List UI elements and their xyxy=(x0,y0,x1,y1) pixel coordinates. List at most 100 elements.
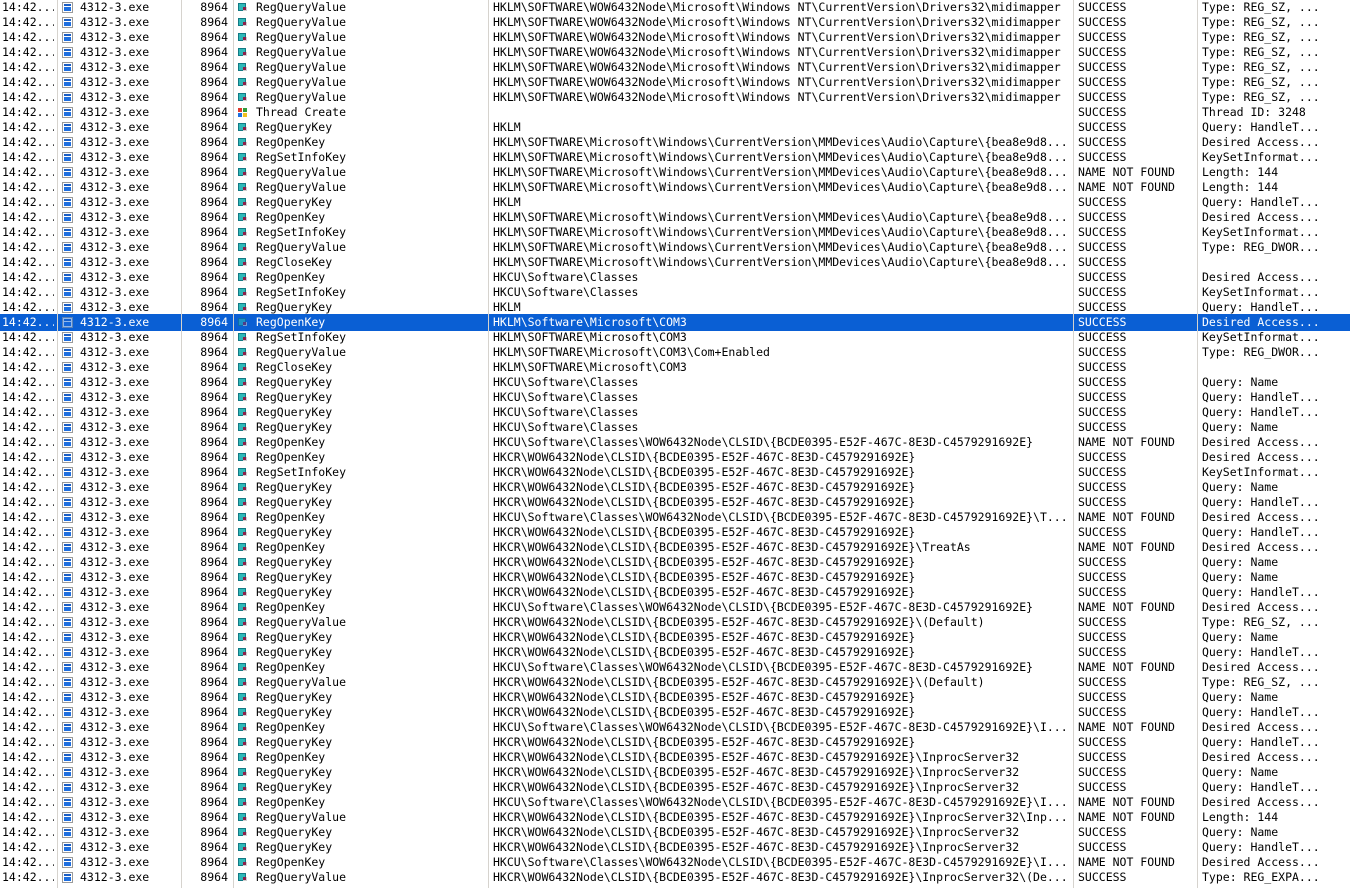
table-row[interactable]: 14:42... 4312-3.exe 8964 RegQueryKey HKCU\So… xyxy=(0,375,1350,390)
table-row[interactable]: 14:42... 4312-3.exe 8964 RegQueryKey HKCU\So… xyxy=(0,390,1350,405)
table-row[interactable]: 14:42... 4312-3.exe 8964 RegSetInfoKey HKLM\… xyxy=(0,225,1350,240)
column-separator-pid[interactable] xyxy=(233,0,234,888)
table-row[interactable]: 14:42... 4312-3.exe 8964 RegQueryValue HKLM\… xyxy=(0,45,1350,60)
table-row[interactable]: 14:42... 4312-3.exe 8964 RegQueryKey HKCU\So… xyxy=(0,420,1350,435)
table-row[interactable]: 14:42... 4312-3.exe 8964 RegQueryValue HKLM\… xyxy=(0,165,1350,180)
column-separator-path[interactable] xyxy=(1073,0,1074,888)
table-row[interactable]: 14:42... 4312-3.exe 8964 RegQueryValue HKLM\… xyxy=(0,30,1350,45)
cell-path: HKLM\SOFTWARE\Microsoft\Windows\CurrentV… xyxy=(493,240,1068,254)
table-row[interactable]: 14:42... 4312-3.exe 8964 RegQueryKey HKCR\WO… xyxy=(0,570,1350,585)
table-row[interactable]: 14:42... 4312-3.exe 8964 RegQueryValue HKLM\… xyxy=(0,0,1350,15)
table-row[interactable]: 14:42... 4312-3.exe 8964 RegOpenKey HKCU\Sof… xyxy=(0,855,1350,870)
process-window-icon xyxy=(62,270,76,285)
cell-operation: RegQueryValue xyxy=(256,165,347,179)
table-row[interactable]: 14:42... 4312-3.exe 8964 RegQueryValue HKCR\… xyxy=(0,870,1350,885)
cell-process-name: 4312-3.exe xyxy=(80,435,150,449)
cell-pid: 8964 xyxy=(200,720,228,734)
table-row[interactable]: 14:42... 4312-3.exe 8964 RegOpenKey HKCR\WOW… xyxy=(0,750,1350,765)
cell-time-of-day: 14:42... xyxy=(2,360,54,374)
cell-process-name: 4312-3.exe xyxy=(80,75,150,89)
table-row[interactable]: 14:42... 4312-3.exe 8964 RegQueryKey HKCR\WO… xyxy=(0,705,1350,720)
cell-pid: 8964 xyxy=(200,750,228,764)
table-row[interactable]: 14:42... 4312-3.exe 8964 RegQueryKey HKCR\WO… xyxy=(0,525,1350,540)
table-row[interactable]: 14:42... 4312-3.exe 8964 RegQueryValue HKLM\… xyxy=(0,15,1350,30)
table-row[interactable]: 14:42... 4312-3.exe 8964 RegOpenKey HKCR\WOW… xyxy=(0,450,1350,465)
table-row[interactable]: 14:42... 4312-3.exe 8964 RegOpenKey HKCU\Sof… xyxy=(0,435,1350,450)
table-row[interactable]: 14:42... 4312-3.exe 8964 RegQueryValue HKLM\… xyxy=(0,60,1350,75)
table-row[interactable]: 14:42... 4312-3.exe 8964 RegQueryKey HKCR\WO… xyxy=(0,480,1350,495)
table-row[interactable]: 14:42... 4312-3.exe 8964 RegQueryKey HKCR\WO… xyxy=(0,825,1350,840)
table-row[interactable]: 14:42... 4312-3.exe 8964 RegQueryValue HKCR\… xyxy=(0,675,1350,690)
column-separator-operation[interactable] xyxy=(488,0,489,888)
table-row[interactable]: 14:42... 4312-3.exe 8964 RegQueryValue HKLM\… xyxy=(0,345,1350,360)
event-row-list[interactable]: 14:42... 4312-3.exe 8964 RegQueryValue HKLM\… xyxy=(0,0,1350,885)
registry-icon xyxy=(238,810,252,825)
cell-time-of-day: 14:42... xyxy=(2,465,54,479)
cell-time-of-day: 14:42... xyxy=(2,180,54,194)
column-separator-process[interactable] xyxy=(181,0,182,888)
cell-time-of-day: 14:42... xyxy=(2,75,54,89)
table-row[interactable]: 14:42... 4312-3.exe 8964 RegOpenKey HKLM\SOF… xyxy=(0,135,1350,150)
cell-pid: 8964 xyxy=(200,375,228,389)
table-row[interactable]: 14:42... 4312-3.exe 8964 RegOpenKey HKCU\Sof… xyxy=(0,270,1350,285)
cell-pid: 8964 xyxy=(200,480,228,494)
cell-result: SUCCESS xyxy=(1078,525,1127,539)
table-row[interactable]: 14:42... 4312-3.exe 8964 RegQueryKey HKCR\WO… xyxy=(0,765,1350,780)
cell-pid: 8964 xyxy=(200,645,228,659)
table-row[interactable]: 14:42... 4312-3.exe 8964 RegSetInfoKey HKCU\… xyxy=(0,285,1350,300)
table-row[interactable]: 14:42... 4312-3.exe 8964 RegSetInfoKey HKLM\… xyxy=(0,330,1350,345)
table-row[interactable]: 14:42... 4312-3.exe 8964 RegOpenKey HKCU\Sof… xyxy=(0,510,1350,525)
table-row[interactable]: 14:42... 4312-3.exe 8964 RegQueryKey HKLM SUC… xyxy=(0,300,1350,315)
cell-process-name: 4312-3.exe xyxy=(80,660,150,674)
table-row[interactable]: 14:42... 4312-3.exe 8964 RegOpenKey HKCU\Sof… xyxy=(0,660,1350,675)
table-row[interactable]: 14:42... 4312-3.exe 8964 RegQueryValue HKCR\… xyxy=(0,615,1350,630)
process-window-icon xyxy=(62,840,76,855)
table-row[interactable]: 14:42... 4312-3.exe 8964 RegOpenKey HKCU\Sof… xyxy=(0,600,1350,615)
table-row[interactable]: 14:42... 4312-3.exe 8964 RegQueryValue HKLM\… xyxy=(0,240,1350,255)
table-row[interactable]: 14:42... 4312-3.exe 8964 RegSetInfoKey HKLM\… xyxy=(0,150,1350,165)
cell-path: HKCR\WOW6432Node\CLSID\{BCDE0395-E52F-46… xyxy=(493,840,1020,854)
cell-result: SUCCESS xyxy=(1078,330,1127,344)
cell-result: SUCCESS xyxy=(1078,90,1127,104)
table-row[interactable]: 14:42... 4312-3.exe 8964 Thread Create SUCCE… xyxy=(0,105,1350,120)
cell-path: HKCU\Software\Classes\WOW6432Node\CLSID\… xyxy=(493,600,1034,614)
table-row[interactable]: 14:42... 4312-3.exe 8964 RegQueryKey HKCR\WO… xyxy=(0,645,1350,660)
process-window-icon xyxy=(62,435,76,450)
table-row[interactable]: 14:42... 4312-3.exe 8964 RegQueryKey HKCR\WO… xyxy=(0,585,1350,600)
process-window-icon xyxy=(62,540,76,555)
table-row[interactable]: 14:42... 4312-3.exe 8964 RegQueryKey HKCR\WO… xyxy=(0,840,1350,855)
table-row[interactable]: 14:42... 4312-3.exe 8964 RegQueryKey HKCR\WO… xyxy=(0,735,1350,750)
cell-operation: RegOpenKey xyxy=(256,795,326,809)
cell-pid: 8964 xyxy=(200,15,228,29)
process-window-icon xyxy=(62,120,76,135)
column-separator-time[interactable] xyxy=(57,0,58,888)
table-row[interactable]: 14:42... 4312-3.exe 8964 RegCloseKey HKLM\SO… xyxy=(0,255,1350,270)
cell-result: SUCCESS xyxy=(1078,390,1127,404)
table-row[interactable]: 14:42... 4312-3.exe 8964 RegQueryKey HKCR\WO… xyxy=(0,555,1350,570)
table-row[interactable]: 14:42... 4312-3.exe 8964 RegSetInfoKey HKCR\… xyxy=(0,465,1350,480)
table-row[interactable]: 14:42... 4312-3.exe 8964 RegQueryKey HKCR\WO… xyxy=(0,780,1350,795)
cell-detail: Desired Access... xyxy=(1202,600,1320,614)
column-separator-result[interactable] xyxy=(1197,0,1198,888)
table-row[interactable]: 14:42... 4312-3.exe 8964 RegQueryKey HKLM SUC… xyxy=(0,195,1350,210)
table-row[interactable]: 14:42... 4312-3.exe 8964 RegOpenKey HKCU\Sof… xyxy=(0,720,1350,735)
table-row[interactable]: 14:42... 4312-3.exe 8964 RegOpenKey HKLM\Sof… xyxy=(0,314,1350,331)
table-row[interactable]: 14:42... 4312-3.exe 8964 RegQueryValue HKLM\… xyxy=(0,75,1350,90)
cell-time-of-day: 14:42... xyxy=(2,540,54,554)
event-log-grid[interactable]: 14:42... 4312-3.exe 8964 RegQueryValue HKLM\… xyxy=(0,0,1350,888)
table-row[interactable]: 14:42... 4312-3.exe 8964 RegQueryKey HKCR\WO… xyxy=(0,690,1350,705)
cell-process-name: 4312-3.exe xyxy=(80,690,150,704)
table-row[interactable]: 14:42... 4312-3.exe 8964 RegQueryValue HKCR\… xyxy=(0,810,1350,825)
table-row[interactable]: 14:42... 4312-3.exe 8964 RegQueryKey HKCU\So… xyxy=(0,405,1350,420)
cell-path: HKLM\SOFTWARE\Microsoft\COM3 xyxy=(493,360,687,374)
table-row[interactable]: 14:42... 4312-3.exe 8964 RegQueryValue HKLM\… xyxy=(0,180,1350,195)
table-row[interactable]: 14:42... 4312-3.exe 8964 RegQueryKey HKLM SUC… xyxy=(0,120,1350,135)
cell-result: SUCCESS xyxy=(1078,750,1127,764)
table-row[interactable]: 14:42... 4312-3.exe 8964 RegOpenKey HKCU\Sof… xyxy=(0,795,1350,810)
table-row[interactable]: 14:42... 4312-3.exe 8964 RegCloseKey HKLM\SO… xyxy=(0,360,1350,375)
table-row[interactable]: 14:42... 4312-3.exe 8964 RegQueryKey HKCR\WO… xyxy=(0,495,1350,510)
table-row[interactable]: 14:42... 4312-3.exe 8964 RegQueryKey HKCR\WO… xyxy=(0,630,1350,645)
table-row[interactable]: 14:42... 4312-3.exe 8964 RegOpenKey HKCR\WOW… xyxy=(0,540,1350,555)
table-row[interactable]: 14:42... 4312-3.exe 8964 RegQueryValue HKLM\… xyxy=(0,90,1350,105)
table-row[interactable]: 14:42... 4312-3.exe 8964 RegOpenKey HKLM\SOF… xyxy=(0,210,1350,225)
